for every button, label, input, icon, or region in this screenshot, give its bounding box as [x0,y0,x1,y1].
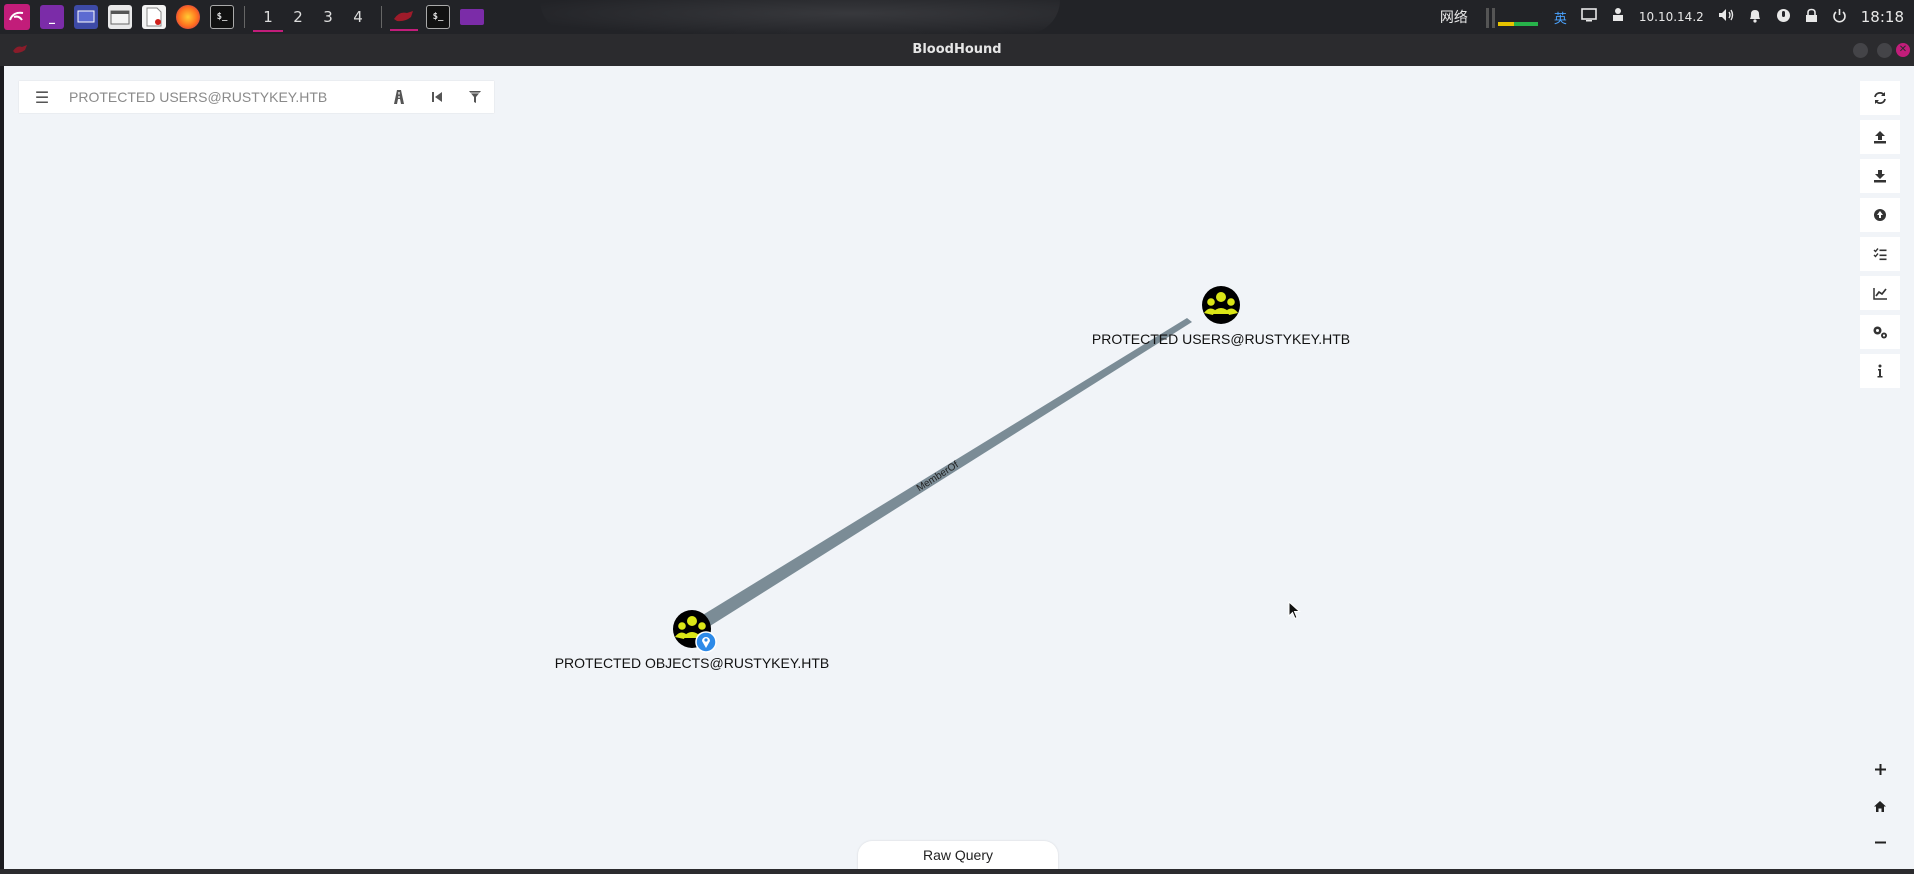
mouse-cursor [1288,600,1302,625]
download-icon [1874,170,1886,183]
settings-button[interactable] [1860,315,1900,349]
kali-menu-icon[interactable] [4,4,30,30]
workspace-4[interactable]: 4 [343,2,373,32]
network-monitor-graph [1482,6,1540,28]
node-label: PROTECTED OBJECTS@RUSTYKEY.HTB [555,655,830,671]
edge-memberof[interactable]: MemberOf [701,318,1192,626]
queries-icon [1873,248,1887,261]
zoom-home-button[interactable] [1860,789,1900,823]
taskbar-separator [381,6,382,28]
workspace-1[interactable]: 1 [253,2,283,32]
raw-query-toggle[interactable]: Raw Query [858,841,1058,869]
volume-icon[interactable] [1718,8,1734,26]
zoom-out-icon [1874,841,1886,843]
firefox-icon[interactable] [176,5,200,29]
queries-button[interactable] [1860,237,1900,271]
upload-button[interactable] [1860,120,1900,154]
screenshot-icon[interactable] [74,5,98,29]
lock-icon[interactable] [1805,8,1818,27]
filter-icon[interactable] [456,81,494,113]
taskbar-separator [244,6,245,28]
graph-svg[interactable]: MemberOf PROTECTED USERS@RUSTYKEY.HTB PR… [4,66,1914,869]
folder-app-icon[interactable] [460,9,484,25]
search-bar: ☰ [19,81,494,113]
info-icon [1877,364,1883,378]
pathfinding-icon[interactable] [380,81,418,113]
node-protected-objects[interactable]: PROTECTED OBJECTS@RUSTYKEY.HTB [555,610,830,671]
import-button[interactable] [1860,198,1900,232]
settings-icon [1873,326,1887,339]
ip-address: 10.10.14.2 [1638,10,1704,24]
starting-node-pin-icon [695,631,717,653]
edge-label: MemberOf [915,459,961,494]
terminal-icon[interactable]: _ [40,5,64,29]
text-editor-icon[interactable] [142,5,166,29]
file-manager-icon[interactable] [108,5,132,29]
download-button[interactable] [1860,159,1900,193]
back-icon[interactable] [418,81,456,113]
analysis-button[interactable] [1860,276,1900,310]
workspace-3[interactable]: 3 [313,2,343,32]
system-taskbar: _ $_ 1 2 3 4 $_ 网络 英 10.10.14.2 18:18 [0,0,1914,34]
power-icon[interactable] [1832,8,1847,27]
menu-icon[interactable]: ☰ [27,81,57,113]
import-icon [1874,209,1886,221]
terminal-app-icon[interactable]: $_ [426,5,450,29]
display-icon[interactable] [1581,8,1597,26]
chart-icon [1872,287,1887,300]
window-bottom-border [0,869,1914,874]
wallpaper-decoration [540,0,1060,34]
mic-icon[interactable] [1776,8,1791,27]
close-button[interactable]: ✕ [1896,43,1910,57]
graph-canvas[interactable]: MemberOf PROTECTED USERS@RUSTYKEY.HTB PR… [4,66,1914,869]
workspace-2[interactable]: 2 [283,2,313,32]
network-label[interactable]: 网络 [1440,7,1468,27]
home-icon [1874,800,1886,812]
minimize-button[interactable] [1853,43,1868,58]
window-titlebar[interactable]: BloodHound ✕ [0,34,1914,66]
clock[interactable]: 18:18 [1861,8,1904,26]
vpn-icon[interactable] [1611,7,1625,27]
search-input[interactable] [69,82,380,112]
zoom-out-button[interactable] [1860,825,1900,859]
node-label: PROTECTED USERS@RUSTYKEY.HTB [1092,331,1350,347]
window-title: BloodHound [912,42,1002,57]
maximize-button[interactable] [1877,43,1892,58]
zoom-in-button[interactable] [1860,752,1900,786]
about-button[interactable] [1860,354,1900,388]
terminal-black-icon[interactable]: $_ [210,5,234,29]
zoom-in-icon [1874,763,1886,775]
bloodhound-app-icon[interactable] [390,3,418,31]
input-method-indicator[interactable]: 英 [1554,8,1567,27]
upload-icon [1874,131,1886,144]
refresh-icon [1874,92,1886,104]
node-protected-users[interactable]: PROTECTED USERS@RUSTYKEY.HTB [1092,286,1350,347]
refresh-button[interactable] [1860,81,1900,115]
bell-icon[interactable] [1748,8,1762,27]
